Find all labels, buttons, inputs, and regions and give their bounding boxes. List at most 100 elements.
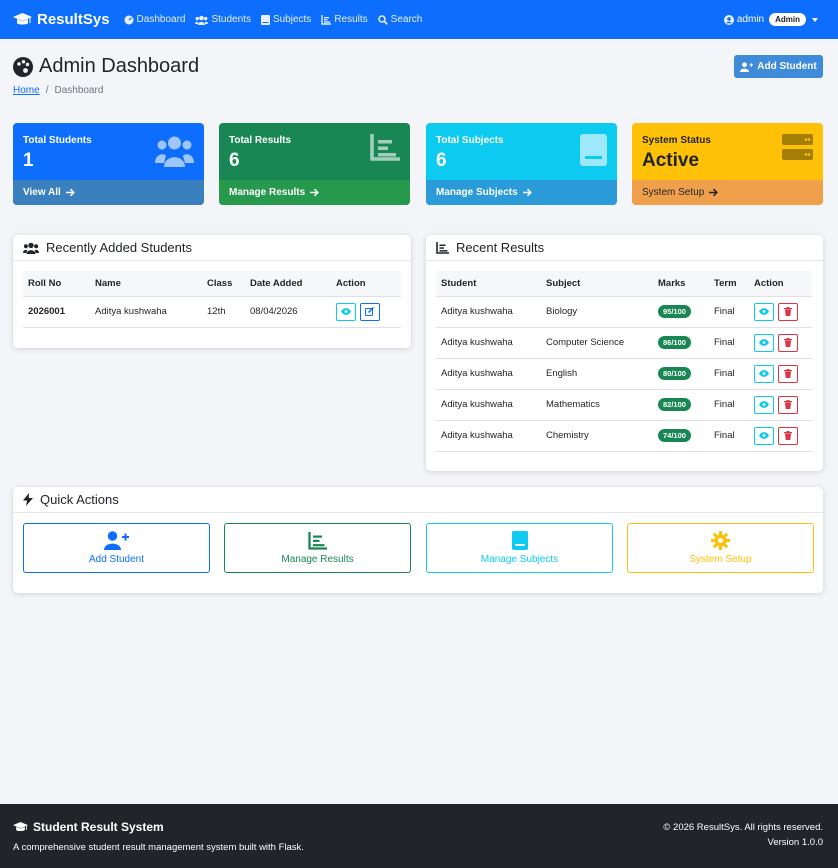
nav-results-label: Results	[334, 14, 368, 25]
col-subject: Subject	[541, 271, 653, 297]
card-title: Quick Actions	[40, 492, 119, 507]
footer-copyright: © 2026 ResultSys. All rights reserved.	[663, 822, 823, 833]
view-all-label: View All	[23, 187, 61, 198]
nav-subjects-label: Subjects	[272, 14, 312, 25]
manage-subjects-link[interactable]: Manage Subjects	[426, 180, 617, 205]
chart-icon	[436, 241, 456, 254]
delete-button[interactable]	[777, 333, 798, 352]
cell-subject: Mathematics	[541, 389, 653, 421]
cell-actions	[331, 296, 401, 328]
cell-student: Aditya kushwaha	[436, 358, 541, 390]
table-row: 2026001 Aditya kushwaha 12th 08/04/2026	[23, 296, 401, 328]
cell-marks: 74/100	[653, 420, 709, 452]
nav-subjects[interactable]: Subjects	[260, 14, 312, 25]
chart-icon	[308, 531, 327, 554]
stat-label: System Status	[642, 135, 711, 146]
quick-system-setup-button[interactable]: System Setup	[627, 523, 814, 573]
system-setup-link[interactable]: System Setup	[632, 180, 823, 205]
card-title: Recent Results	[456, 240, 545, 255]
brand-link[interactable]: ResultSys	[13, 11, 110, 28]
footer-version: Version 1.0.0	[767, 837, 823, 848]
marks-badge: 86/100	[658, 336, 691, 349]
stat-card-subjects: Total Subjects 6 Manage Subjects	[426, 123, 617, 205]
cell-term: Final	[709, 389, 749, 421]
book-icon	[260, 14, 273, 25]
col-date-added: Date Added	[245, 271, 331, 297]
cell-actions	[749, 420, 812, 452]
col-roll-no: Roll No	[23, 271, 90, 297]
edit-button[interactable]	[359, 302, 380, 321]
card-header: Quick Actions	[13, 487, 823, 513]
cell-term: Final	[709, 420, 749, 452]
chart-icon	[370, 134, 400, 162]
role-badge: Admin	[769, 13, 806, 26]
view-button[interactable]	[754, 364, 774, 383]
card-title: Recently Added Students	[46, 240, 192, 255]
view-all-link[interactable]: View All	[13, 180, 204, 205]
col-action: Action	[749, 271, 812, 297]
edit-icon	[365, 307, 375, 316]
delete-button[interactable]	[777, 395, 798, 414]
nav-students[interactable]: Students	[195, 14, 251, 25]
breadcrumb-separator: /	[45, 85, 49, 96]
user-plus-icon	[740, 61, 757, 72]
quick-action-label: Add Student	[88, 554, 145, 565]
quick-manage-results-button[interactable]: Manage Results	[224, 523, 411, 573]
cell-actions	[749, 327, 812, 359]
quick-manage-subjects-button[interactable]: Manage Subjects	[426, 523, 613, 573]
eye-icon	[759, 339, 769, 346]
card-header: Recently Added Students	[13, 235, 411, 261]
col-class: Class	[202, 271, 245, 297]
cell-student: Aditya kushwaha	[436, 296, 541, 328]
stat-card-results: Total Results 6 Manage Results	[219, 123, 410, 205]
navbar: ResultSys Dashboard Students Subjects Re…	[0, 0, 838, 39]
arrow-right-icon	[305, 188, 320, 197]
stat-card-students: Total Students 1 View All	[13, 123, 204, 205]
manage-subjects-label: Manage Subjects	[436, 187, 518, 198]
trash-icon	[783, 400, 792, 409]
breadcrumb: Home / Dashboard	[13, 85, 103, 96]
page-title: Admin Dashboard	[13, 55, 199, 78]
view-button[interactable]	[754, 333, 774, 352]
manage-results-link[interactable]: Manage Results	[219, 180, 410, 205]
delete-button[interactable]	[777, 364, 798, 383]
users-icon	[195, 15, 211, 25]
footer-description: A comprehensive student result managemen…	[13, 842, 304, 853]
view-button[interactable]	[336, 302, 356, 321]
marks-badge: 82/100	[658, 398, 691, 411]
stat-card-system: System Status Active System Setup	[632, 123, 823, 205]
stat-label: Total Results	[229, 135, 292, 146]
add-student-button[interactable]: Add Student	[734, 55, 823, 78]
trash-icon	[783, 431, 792, 440]
user-circle-icon	[723, 14, 737, 25]
footer-title: Student Result System	[13, 820, 164, 834]
nav-dashboard[interactable]: Dashboard	[124, 14, 185, 25]
cell-roll-no: 2026001	[23, 296, 90, 328]
system-setup-label: System Setup	[642, 187, 705, 198]
view-button[interactable]	[754, 426, 774, 445]
nav-results[interactable]: Results	[321, 14, 368, 25]
breadcrumb-home-link[interactable]: Home	[13, 85, 40, 96]
stat-label: Total Students	[23, 135, 92, 146]
col-marks: Marks	[653, 271, 709, 297]
view-button[interactable]	[754, 302, 774, 321]
cell-marks: 95/100	[653, 296, 709, 328]
user-menu[interactable]: admin Admin	[723, 0, 818, 39]
users-icon	[155, 134, 194, 167]
cell-class: 12th	[202, 296, 245, 328]
footer-title-text: Student Result System	[33, 820, 164, 834]
delete-button[interactable]	[777, 426, 798, 445]
book-icon	[511, 531, 528, 554]
quick-action-label: System Setup	[689, 554, 752, 565]
table-header-row: Student Subject Marks Term Action	[436, 271, 812, 297]
brand-name: ResultSys	[37, 11, 110, 28]
cell-actions	[749, 296, 812, 328]
quick-add-student-button[interactable]: Add Student	[23, 523, 210, 573]
cell-marks: 82/100	[653, 389, 709, 421]
nav-search[interactable]: Search	[377, 14, 422, 25]
lightning-icon	[23, 493, 40, 506]
col-name: Name	[90, 271, 202, 297]
eye-icon	[759, 401, 769, 408]
view-button[interactable]	[754, 395, 774, 414]
delete-button[interactable]	[777, 302, 798, 321]
